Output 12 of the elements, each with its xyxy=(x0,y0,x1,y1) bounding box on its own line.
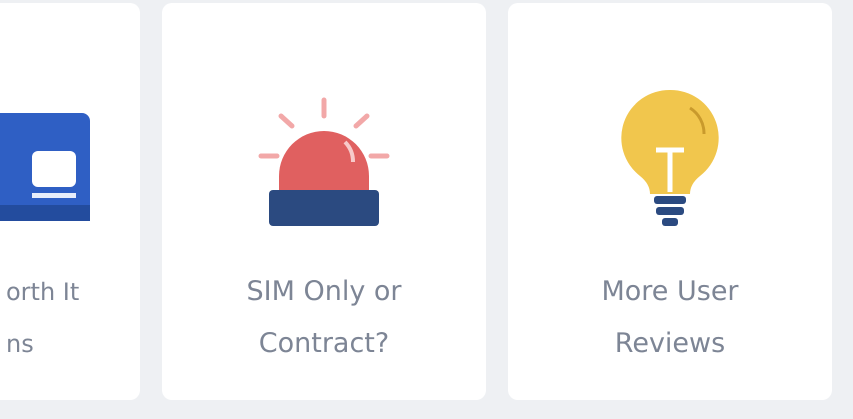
card-title: Reviews xyxy=(614,327,726,361)
siren-icon xyxy=(257,96,391,228)
card-icon xyxy=(0,113,92,223)
card-background[interactable]: orth It ns xyxy=(0,3,140,400)
card-title: SIM Only or xyxy=(246,275,402,309)
card-background[interactable]: More User Reviews xyxy=(508,3,832,400)
card-title: Contract? xyxy=(258,327,390,361)
card-background[interactable]: SIM Only or Contract? xyxy=(162,3,486,400)
card-title: ns xyxy=(6,329,35,360)
card-title: orth It xyxy=(6,277,80,308)
card-title: More User xyxy=(601,275,739,309)
lightbulb-icon xyxy=(620,88,720,228)
